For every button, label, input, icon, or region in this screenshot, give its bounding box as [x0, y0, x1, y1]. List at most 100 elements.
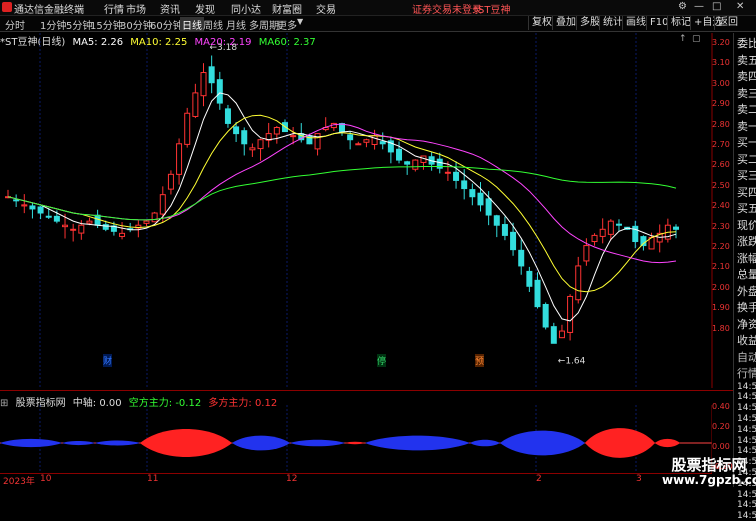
candle-body [355, 143, 362, 146]
ma60-line [7, 166, 677, 221]
event-marker-finance[interactable]: 财 [103, 354, 113, 367]
candle-body [216, 79, 223, 104]
tab-multi-period[interactable]: 多周期 [249, 17, 279, 32]
candle-body [518, 249, 525, 267]
candle-body [290, 135, 297, 138]
x-label-feb: 2 [536, 474, 542, 484]
quote-panel-label: 买二 [737, 152, 756, 166]
menu-item-discover[interactable]: 发现 [195, 1, 215, 16]
minimize-icon[interactable]: — [694, 1, 704, 12]
candle-body [45, 215, 52, 218]
event-marker-suspend[interactable]: 停 [377, 354, 387, 367]
more-chevron-icon[interactable]: ▼ [297, 17, 303, 26]
x-label-oct: 10 [40, 474, 52, 484]
quote-panel-label: 行情 [737, 367, 756, 380]
watermark-title: 股票指标网 [671, 456, 747, 474]
overlay-button[interactable]: 叠加 [552, 16, 579, 30]
menu-item-hangqing[interactable]: 行情 [104, 1, 124, 16]
tab-daily[interactable]: 日线 [180, 17, 204, 32]
candle-body [363, 139, 370, 143]
menu-item-market[interactable]: 市场 [126, 1, 146, 16]
settings-icon[interactable]: ⚙ [678, 1, 687, 12]
candle-body [208, 66, 215, 84]
quote-panel-label: 卖五 [737, 53, 756, 67]
candle-body [176, 143, 183, 175]
candle-body [567, 295, 574, 333]
quote-panel-label: 涨幅 [737, 251, 756, 265]
menu-item-wealth[interactable]: 财富圈 [272, 1, 302, 16]
price-tick-label: 2.60 [712, 160, 730, 170]
app-logo-icon [2, 2, 12, 12]
indicator-tick-label: 0.40 [712, 402, 730, 411]
candle-body [249, 147, 256, 151]
x-label-mar: 3 [636, 474, 642, 484]
quote-panel-label: 涨跌 [737, 235, 756, 248]
candle-body [453, 171, 460, 181]
tab-1min[interactable]: 1分钟 [40, 17, 66, 32]
candle-body [550, 326, 557, 344]
candle-body [404, 161, 411, 165]
candle-body [371, 135, 378, 145]
quote-panel-label: 买四 [737, 185, 756, 199]
candle-body [469, 189, 476, 198]
candle-body [534, 279, 541, 308]
price-tick-label: 2.90 [712, 99, 730, 109]
draw-line-button[interactable]: 画线 [622, 16, 649, 30]
price-tick-label: 3.10 [712, 58, 730, 68]
candle-body [192, 92, 199, 117]
candle-body [583, 245, 590, 262]
tab-30min[interactable]: 30分钟 [120, 17, 153, 32]
indicator-tick-label: 0.20 [712, 422, 730, 431]
menu-item-tongxiaoda[interactable]: 同小达 [231, 1, 261, 16]
candle-body [396, 148, 403, 161]
maximize-icon[interactable]: □ [712, 1, 721, 12]
menu-item-news[interactable]: 资讯 [160, 1, 180, 16]
tab-15min[interactable]: 15分钟 [90, 17, 123, 32]
price-tick-label: 2.80 [712, 119, 730, 129]
quote-panel-label: 自动 [737, 350, 756, 364]
stock-name-title: *ST豆神 [473, 5, 511, 16]
quote-panel-label: 收益 [737, 334, 756, 347]
indicator-lobe [585, 428, 655, 458]
candle-body [510, 231, 517, 251]
tab-monthly[interactable]: 月线 [226, 17, 246, 32]
tab-60min[interactable]: 60分钟 [150, 17, 183, 32]
candle-body [241, 130, 248, 145]
watermark: 股票指标网 www.7gpzb.com [662, 457, 756, 487]
high-annotation: ←3.18 [210, 43, 238, 53]
back-button[interactable]: 返回 [714, 16, 741, 30]
candlestick-chart[interactable]: ←3.18 ←1.64 [0, 33, 733, 388]
watermark-url: www.7gpzb.com [662, 473, 756, 487]
indicator-lobe [290, 439, 345, 447]
indicator-lobe [655, 438, 680, 448]
tab-intraday[interactable]: 分时 [5, 17, 25, 32]
quote-panel-label: 卖二 [737, 103, 756, 116]
quote-panel-label: 总量 [737, 268, 756, 281]
tab-5min[interactable]: 5分钟 [66, 17, 92, 32]
tab-more[interactable]: 更多 [277, 17, 297, 32]
quote-panel-label: 买三 [737, 169, 756, 182]
fuquan-button[interactable]: 复权 [528, 16, 555, 30]
event-marker-forecast[interactable]: 预 [475, 354, 485, 367]
candle-body [257, 139, 264, 150]
tab-weekly[interactable]: 周线 [203, 17, 223, 32]
x-label-year: 2023年 [3, 477, 35, 487]
close-icon[interactable]: ✕ [736, 1, 744, 12]
login-notice[interactable]: 证券交易未登录 [412, 1, 482, 16]
candle-body [37, 206, 44, 214]
candle-body [29, 205, 36, 210]
menu-item-trade[interactable]: 交易 [316, 1, 336, 16]
indicator-lobe [62, 440, 95, 446]
candle-body [86, 220, 93, 224]
quote-panel-label: 买五 [737, 202, 756, 215]
low-annotation: ←1.64 [558, 357, 586, 367]
price-tick-label: 2.40 [712, 201, 730, 211]
candle-body [347, 134, 354, 141]
x-label-dec: 12 [286, 474, 298, 484]
candle-body [62, 224, 69, 228]
indicator-lobe [365, 435, 470, 451]
candle-body [615, 223, 622, 226]
indicator-chart[interactable] [0, 405, 712, 473]
x-label-nov: 11 [147, 474, 159, 484]
candle-body [233, 126, 240, 135]
